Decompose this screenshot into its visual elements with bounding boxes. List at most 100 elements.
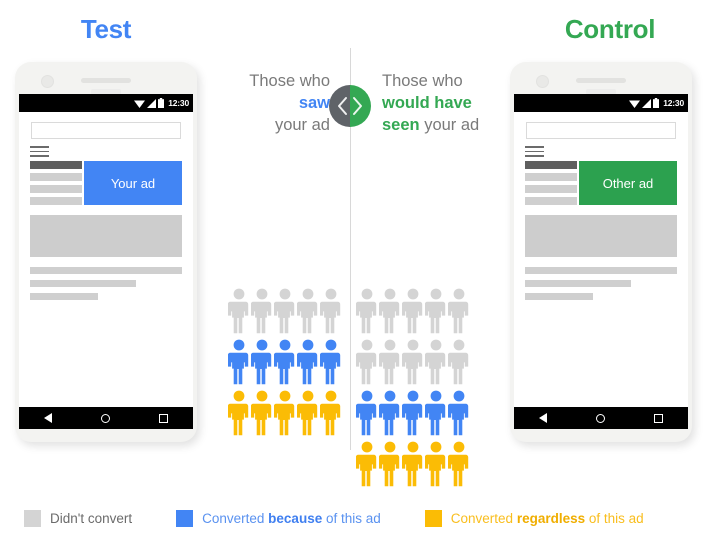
text-placeholder [30,197,82,205]
ad-slot-test[interactable]: Your ad [84,161,182,205]
status-bar-icons: 12:30 [134,94,189,112]
image-placeholder [30,215,182,257]
person-icon [379,441,400,487]
battery-icon [158,98,165,108]
android-nav-bar-test [19,407,193,429]
person-icon [402,288,423,334]
chart-legend: Didn't convert Converted because of this… [24,510,644,527]
hamburger-menu-icon[interactable] [525,146,544,160]
caption-left-line1: Those who [249,72,330,90]
back-icon[interactable] [538,413,547,423]
signal-icon [642,98,652,108]
column-title-control: Control [564,14,656,44]
pictogram-row [356,441,474,488]
text-placeholder-group [525,267,677,300]
caption-right-tail: your ad [419,116,480,134]
back-icon[interactable] [43,413,52,423]
text-placeholder-column [525,161,577,209]
search-input[interactable] [31,122,181,139]
split-comparison-badge [329,85,371,127]
legend-label-converted-because: Converted because of this ad [202,511,381,526]
status-bar-test: 12:30 [19,94,193,112]
ad-slot-control[interactable]: Other ad [579,161,677,205]
caption-test-group: Those who saw your ad [212,70,330,136]
person-icon [274,339,295,385]
person-icon [448,288,469,334]
legend-item-converted-regardless: Converted regardless of this ad [424,510,644,527]
person-icon [251,390,272,436]
person-icon [228,288,249,334]
text-placeholder [525,197,577,205]
caption-right-line1: Those who [382,72,463,90]
person-icon [425,441,446,487]
person-icon [320,339,341,385]
page-content-test: Your ad [30,161,182,306]
pictogram-row [228,288,346,335]
column-title-test: Test [80,14,132,44]
person-icon [448,339,469,385]
headline-placeholder [30,161,82,169]
earpiece-speaker [576,78,626,83]
content-row-with-ad: Your ad [30,161,182,209]
person-icon [356,288,377,334]
caption-right-emphasis2: seen [382,116,420,134]
caption-left-line3: your ad [274,116,330,134]
caption-right-line3: seen your ad [382,114,500,136]
text-placeholder-column [30,161,82,209]
legend-swatch-gray [24,510,41,527]
hamburger-line [30,155,49,157]
status-bar-clock: 12:30 [168,98,189,108]
person-icon [251,288,272,334]
hamburger-menu-icon[interactable] [30,146,49,160]
person-icon [320,288,341,334]
phone-mockup-test: 12:30 Your ad [15,62,197,442]
chevron-left-icon [338,97,347,115]
person-icon [297,288,318,334]
person-icon [356,339,377,385]
person-icon [379,390,400,436]
text-placeholder [30,293,99,300]
infographic-canvas: Test Control Those who saw your ad Those… [0,0,716,539]
person-icon [251,339,272,385]
person-icon [448,390,469,436]
person-icon [356,390,377,436]
wifi-icon [629,100,641,108]
wifi-icon [134,100,146,108]
signal-icon [147,98,157,108]
earpiece-speaker [81,78,131,83]
person-icon [425,390,446,436]
pictogram-row [228,339,346,386]
pictogram-row [228,390,346,437]
text-placeholder-group [30,267,182,300]
caption-left-emphasis: saw [298,94,330,112]
legend-swatch-yellow [424,510,442,527]
person-icon [379,339,400,385]
home-icon[interactable] [595,413,605,423]
person-icon [402,390,423,436]
person-icon [425,288,446,334]
front-camera-icon [536,75,549,88]
pictogram-row [356,339,474,386]
badge-chevrons [338,97,362,115]
battery-icon [653,98,660,108]
home-icon[interactable] [100,413,110,423]
person-icon [448,441,469,487]
pictogram-row [356,390,474,437]
person-icon [425,339,446,385]
hamburger-line [525,150,544,153]
legend-label-converted-regardless: Converted regardless of this ad [450,511,644,526]
recents-icon[interactable] [654,413,664,423]
legend-item-converted-because: Converted because of this ad [176,510,381,527]
hamburger-line [30,150,49,153]
person-icon [274,288,295,334]
headline-placeholder [525,161,577,169]
phone-screen-test: 12:30 Your ad [19,94,193,407]
pictogram-group-test [228,288,346,441]
person-icon [297,339,318,385]
person-icon [228,339,249,385]
recents-icon[interactable] [159,413,169,423]
image-placeholder [525,215,677,257]
person-icon [228,390,249,436]
page-content-control: Other ad [525,161,677,306]
search-input[interactable] [526,122,676,139]
